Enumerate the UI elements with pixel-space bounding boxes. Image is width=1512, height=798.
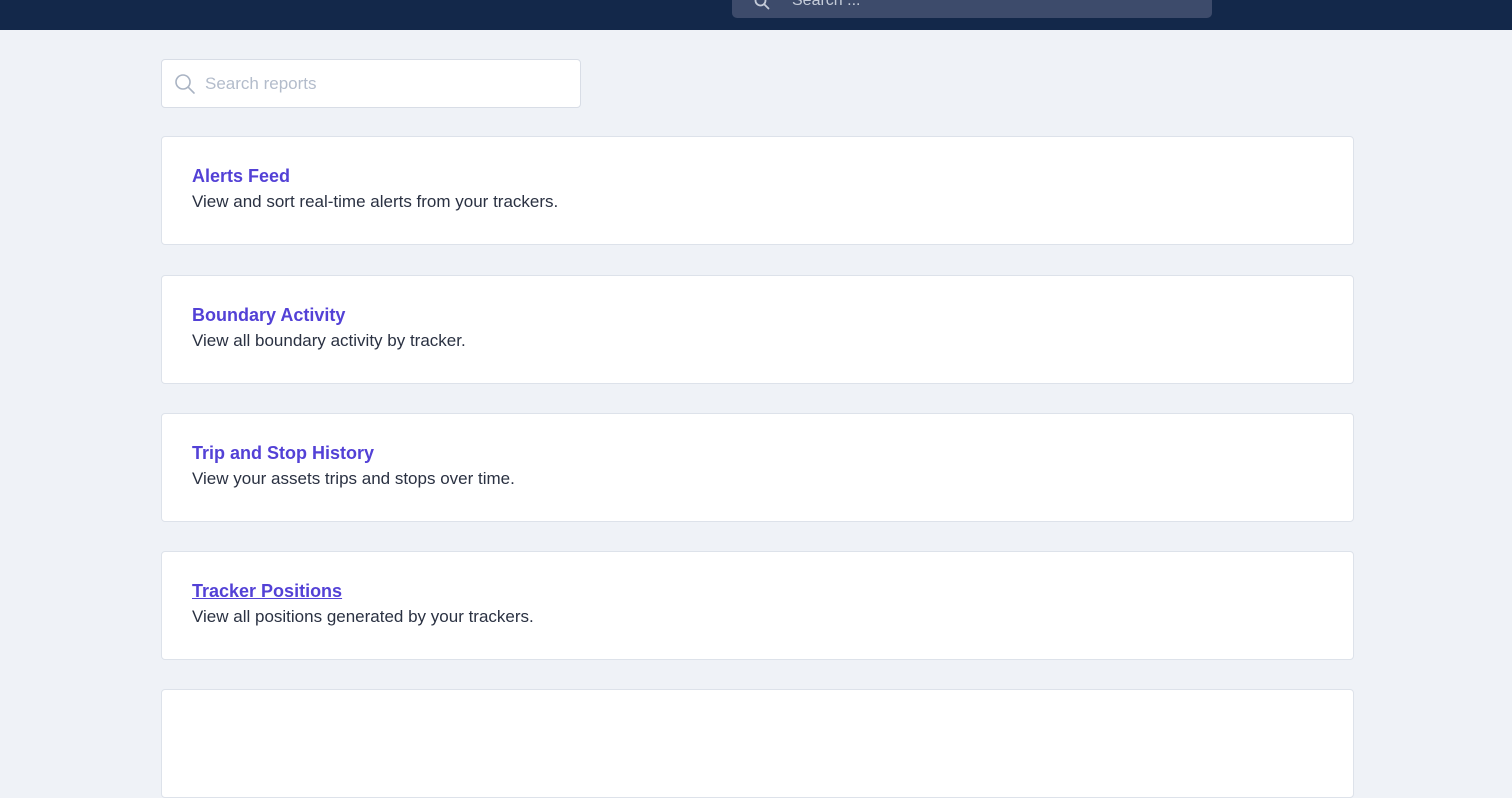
search-icon <box>175 74 195 94</box>
report-search-field[interactable] <box>161 59 581 108</box>
report-title-link[interactable]: Alerts Feed <box>192 166 290 187</box>
report-card-trip-and-stop-history[interactable]: Trip and Stop History View your assets t… <box>161 413 1354 522</box>
report-description: View all positions generated by your tra… <box>192 607 534 626</box>
report-description: View your assets trips and stops over ti… <box>192 469 515 488</box>
report-card-tracker-positions[interactable]: Tracker Positions View all positions gen… <box>161 551 1354 660</box>
global-search-placeholder: Search ... <box>792 0 861 9</box>
report-search-input[interactable] <box>205 60 565 107</box>
global-search-bar[interactable]: Search ... <box>732 0 1212 18</box>
report-card-partial[interactable] <box>161 689 1354 798</box>
report-title-link[interactable]: Tracker Positions <box>192 581 342 602</box>
report-card-alerts-feed[interactable]: Alerts Feed View and sort real-time aler… <box>161 136 1354 245</box>
report-description: View and sort real-time alerts from your… <box>192 192 559 211</box>
report-card-boundary-activity[interactable]: Boundary Activity View all boundary acti… <box>161 275 1354 384</box>
report-title-link[interactable]: Boundary Activity <box>192 305 345 326</box>
report-title-link[interactable]: Trip and Stop History <box>192 443 374 464</box>
search-icon <box>754 0 770 10</box>
report-description: View all boundary activity by tracker. <box>192 331 466 350</box>
top-navigation-bar: Search ... <box>0 0 1512 30</box>
